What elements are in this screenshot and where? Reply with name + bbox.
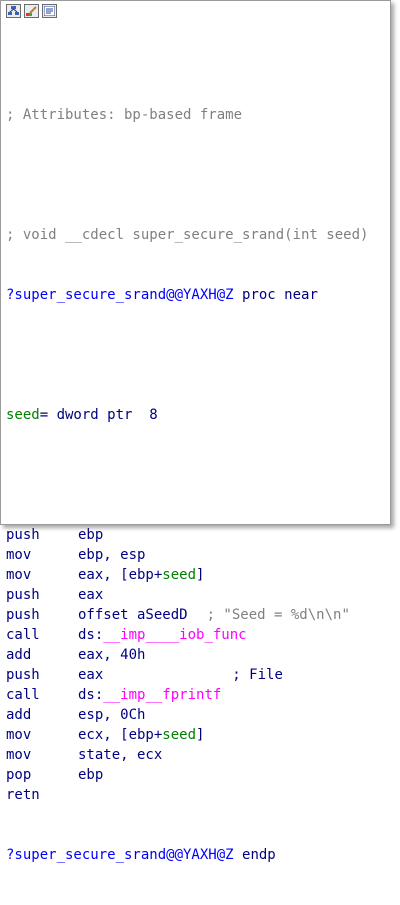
instruction-line[interactable]: retn — [6, 785, 386, 805]
mnemonic: push — [6, 607, 40, 623]
seed-operand[interactable]: seed — [162, 567, 196, 583]
seed-variable[interactable]: seed — [6, 407, 40, 423]
operand: ecx, [ebp+ — [78, 727, 163, 743]
mnemonic: mov — [6, 727, 32, 743]
frame-comment: ; Attributes: bp-based frame — [6, 107, 243, 123]
prototype-comment: ; void __cdecl super_secure_srand(int se… — [6, 227, 369, 243]
operand: eax — [78, 587, 104, 603]
mnemonic: call — [6, 687, 40, 703]
endp-keyword: endp — [242, 847, 276, 863]
instruction-line[interactable]: mov eax, [ebp+seed] — [6, 565, 386, 585]
instruction-line[interactable]: call ds:__imp__fprintf — [6, 685, 386, 705]
mnemonic: mov — [6, 547, 32, 563]
mnemonic: mov — [6, 567, 32, 583]
operand: ds: — [78, 627, 104, 643]
operand: offset aSeedD — [78, 607, 188, 623]
instruction-line[interactable]: call ds:__imp____iob_func — [6, 625, 386, 645]
operand: ds: — [78, 687, 104, 703]
instruction-line[interactable]: pop ebp — [6, 765, 386, 785]
toolbar — [6, 4, 57, 22]
import-name[interactable]: __imp____iob_func — [103, 627, 246, 643]
seed-operand[interactable]: seed — [162, 727, 196, 743]
mnemonic: pop — [6, 767, 32, 783]
instruction-line[interactable]: push eax ; File — [6, 665, 386, 685]
instruction-line[interactable]: push offset aSeedD ; "Seed = %d\n\n" — [6, 605, 386, 625]
endp-name[interactable]: ?super_secure_srand@@YAXH@Z — [6, 847, 234, 863]
instruction-line[interactable]: push ebp — [6, 525, 386, 545]
proc-footer: ?super_secure_srand@@YAXH@Z endp — [6, 845, 386, 865]
instruction-line[interactable]: add eax, 40h — [6, 645, 386, 665]
proc-keyword: proc near — [242, 287, 318, 303]
operand: ebp — [78, 527, 104, 543]
import-name[interactable]: __imp__fprintf — [103, 687, 221, 703]
pencil-color-icon[interactable] — [24, 4, 39, 18]
operand: ebp, esp — [78, 547, 146, 563]
mnemonic: call — [6, 627, 40, 643]
mnemonic: add — [6, 707, 32, 723]
proc-name[interactable]: ?super_secure_srand@@YAXH@Z — [6, 287, 234, 303]
instruction-line[interactable]: mov ebp, esp — [6, 545, 386, 565]
mnemonic: mov — [6, 747, 32, 763]
operand: esp, 0Ch — [78, 707, 146, 723]
instruction-line[interactable]: push eax — [6, 585, 386, 605]
graph-view-icon[interactable] — [6, 4, 21, 18]
inline-comment: ; File — [232, 667, 283, 683]
operand-suffix: ] — [196, 727, 205, 743]
mnemonic: push — [6, 587, 40, 603]
seed-type: = dword ptr 8 — [39, 407, 158, 423]
instruction-line[interactable]: mov state, ecx — [6, 745, 386, 765]
operand: eax, 40h — [78, 647, 146, 663]
mnemonic: push — [6, 527, 40, 543]
proc-header: ?super_secure_srand@@YAXH@Z proc near — [6, 285, 386, 305]
seed-definition: seed= dword ptr 8 — [6, 405, 386, 425]
operand-suffix: ] — [196, 567, 205, 583]
mnemonic: add — [6, 647, 32, 663]
operand: ebp — [78, 767, 104, 783]
mnemonic: retn — [6, 787, 40, 803]
operand: state, ecx — [78, 747, 163, 763]
text-view-icon[interactable] — [42, 4, 57, 18]
mnemonic: push — [6, 667, 40, 683]
instruction-line[interactable]: add esp, 0Ch — [6, 705, 386, 725]
operand: eax, [ebp+ — [78, 567, 163, 583]
operand: eax — [78, 667, 104, 683]
instruction-list: push ebp mov ebp, esp mov eax, [ebp+seed] push… — [6, 525, 386, 805]
disassembly-window: ; Attributes: bp-based frame ; void __cd… — [0, 0, 391, 863]
code-listing: ; Attributes: bp-based frame ; void __cd… — [6, 65, 386, 905]
inline-comment: ; "Seed = %d\n\n" — [206, 607, 350, 623]
instruction-line[interactable]: mov ecx, [ebp+seed] — [6, 725, 386, 745]
